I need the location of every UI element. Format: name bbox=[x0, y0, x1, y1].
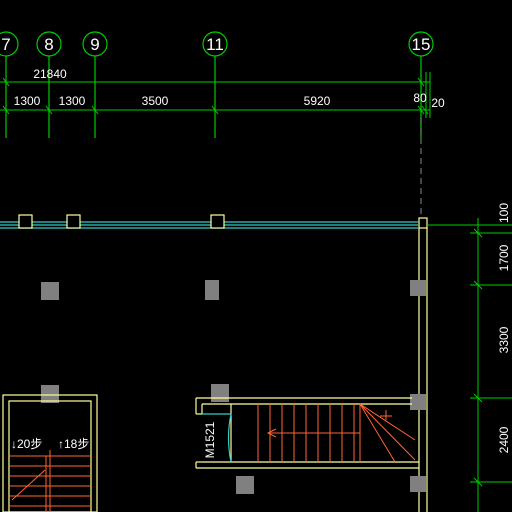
column-c1[interactable] bbox=[236, 476, 254, 494]
cad-drawing-canvas[interactable]: 7 8 9 11 15 21840 1300 1300 3500 5920 80… bbox=[0, 0, 512, 512]
dim-right-4: 2400 bbox=[497, 426, 511, 453]
dim-seg-5: 80 bbox=[413, 91, 427, 105]
stair-center[interactable]: M1521 bbox=[195, 397, 419, 469]
door-tag: M1521 bbox=[203, 421, 217, 458]
dim-seg-4: 5920 bbox=[304, 94, 331, 108]
dim-right-1: 100 bbox=[497, 203, 511, 223]
column-b3[interactable] bbox=[410, 394, 426, 410]
wall-horizontal[interactable] bbox=[0, 221, 418, 229]
column-a2[interactable] bbox=[205, 280, 219, 300]
dim-seg-3: 3500 bbox=[142, 94, 169, 108]
column-b2[interactable] bbox=[211, 384, 229, 402]
stair-left-down-label: ↓20步 bbox=[11, 437, 42, 451]
dim-right-2: 1700 bbox=[497, 244, 511, 271]
axis-label-7: 7 bbox=[1, 35, 10, 54]
dim-total: 21840 bbox=[33, 67, 67, 81]
wall-vertical-right[interactable] bbox=[418, 228, 428, 512]
wall-column-3[interactable] bbox=[210, 214, 225, 229]
stair-left-treads bbox=[9, 450, 91, 512]
stair-left[interactable]: ↓20步 ↑18步 bbox=[2, 394, 98, 512]
dim-right-3: 3300 bbox=[497, 326, 511, 353]
axis-label-15: 15 bbox=[412, 35, 431, 54]
dim-seg-2: 1300 bbox=[59, 94, 86, 108]
wall-column-4[interactable] bbox=[418, 217, 428, 229]
column-a1[interactable] bbox=[41, 282, 59, 300]
stair-center-treads bbox=[257, 403, 416, 463]
dim-seg-1: 1300 bbox=[14, 94, 41, 108]
stair-left-up-label: ↑18步 bbox=[58, 437, 89, 451]
dim-seg-6: 20 bbox=[431, 96, 445, 110]
column-b1[interactable] bbox=[41, 385, 59, 403]
column-c2[interactable] bbox=[410, 476, 426, 492]
axis-label-11: 11 bbox=[206, 35, 224, 54]
axis-label-9: 9 bbox=[90, 35, 99, 54]
wall-column-1[interactable] bbox=[18, 214, 33, 229]
wall-column-2[interactable] bbox=[66, 214, 81, 229]
axis-label-8: 8 bbox=[44, 35, 53, 54]
column-a3[interactable] bbox=[410, 280, 426, 296]
